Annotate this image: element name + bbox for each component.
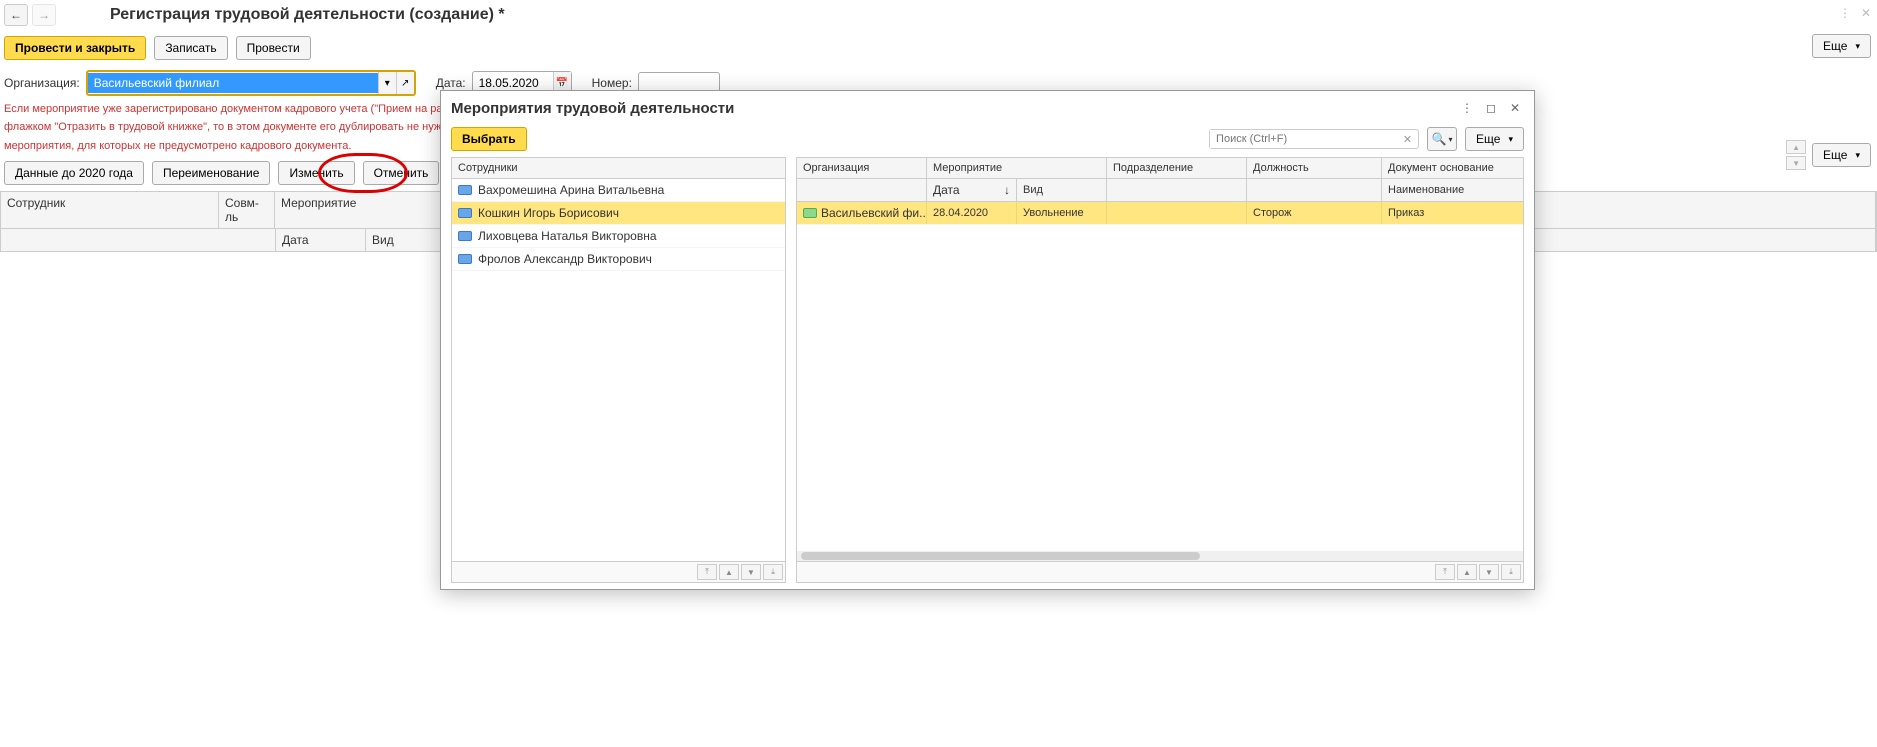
before-2020-button[interactable]: Данные до 2020 года [4, 161, 144, 185]
right-scroll-top-button[interactable]: ⤒ [1435, 564, 1455, 580]
search-clear-icon[interactable]: ✕ [1397, 133, 1418, 146]
dialog-titlebar: Мероприятия трудовой деятельности ⋮ ◻ ✕ [441, 91, 1534, 121]
employees-list: Вахромешина Арина Витальевна Кошкин Игорь… [452, 179, 785, 561]
move-up-button[interactable]: ▲ [1786, 140, 1806, 154]
horizontal-scrollbar[interactable] [797, 551, 1523, 561]
left-scroll-down-button[interactable]: ▼ [741, 564, 761, 580]
right-scroll-bottom-button[interactable]: ⤓ [1501, 564, 1521, 580]
search-input[interactable] [1210, 130, 1397, 148]
employee-row[interactable]: Кошкин Игорь Борисович [452, 202, 785, 225]
cancel-button[interactable]: Отменить [363, 161, 440, 185]
employees-pane: Сотрудники Вахромешина Арина Витальевна К… [451, 157, 786, 583]
select-button[interactable]: Выбрать [451, 127, 527, 151]
post-button[interactable]: Провести [236, 36, 311, 60]
col-org[interactable]: Организация [797, 158, 927, 178]
move-down-button[interactable]: ▼ [1786, 156, 1806, 170]
employee-row[interactable]: Лиховцева Наталья Викторовна [452, 225, 785, 248]
org-open-button[interactable]: ↗ [396, 72, 414, 94]
close-icon[interactable]: ✕ [1861, 6, 1871, 20]
employee-name: Вахромешина Арина Витальевна [478, 183, 664, 197]
events-dialog: Мероприятия трудовой деятельности ⋮ ◻ ✕ … [440, 90, 1535, 590]
events-pane: Организация Мероприятие Подразделение До… [796, 157, 1524, 583]
dialog-maximize-icon[interactable]: ◻ [1482, 99, 1500, 117]
right-scroll-down-button[interactable]: ▼ [1479, 564, 1499, 580]
magnifier-icon: 🔍 [1432, 132, 1447, 146]
org-dropdown-button[interactable]: ▾ [378, 72, 396, 94]
left-scroll-bottom-button[interactable]: ⤓ [763, 564, 783, 580]
employees-header[interactable]: Сотрудники [452, 158, 785, 178]
dialog-title: Мероприятия трудовой деятельности [451, 100, 1452, 117]
nav-back-button[interactable]: ← [4, 4, 28, 26]
search-run-button[interactable]: 🔍▾ [1427, 127, 1457, 151]
org-label: Организация: [4, 76, 80, 90]
right-scroll-up-button[interactable]: ▲ [1457, 564, 1477, 580]
doc-icon [803, 208, 817, 218]
person-icon [458, 208, 472, 218]
search-box: ✕ [1209, 129, 1419, 149]
col-basis[interactable]: Документ основание [1382, 158, 1523, 178]
employee-row[interactable]: Фролов Александр Викторович [452, 248, 785, 271]
col-naming[interactable]: Наименование [1382, 179, 1523, 201]
person-icon [458, 185, 472, 195]
event-row[interactable]: Васильевский фи... 28.04.2020 Увольнение… [797, 202, 1523, 225]
save-button[interactable]: Записать [154, 36, 227, 60]
actions-more-button[interactable]: Еще [1812, 143, 1871, 167]
post-and-close-button[interactable]: Провести и закрыть [4, 36, 146, 60]
bg-th-employee[interactable]: Сотрудник [1, 192, 219, 228]
dialog-toolbar: Выбрать ✕ 🔍▾ Еще [441, 121, 1534, 157]
employee-row[interactable]: Вахромешина Арина Витальевна [452, 179, 785, 202]
dialog-more-button[interactable]: Еще [1465, 127, 1524, 151]
employee-name: Кошкин Игорь Борисович [478, 206, 619, 220]
col-department[interactable]: Подразделение [1107, 158, 1247, 178]
dialog-body: Сотрудники Вахромешина Арина Витальевна К… [441, 157, 1534, 589]
number-label: Номер: [592, 76, 632, 90]
person-icon [458, 254, 472, 264]
rename-button[interactable]: Переименование [152, 161, 271, 185]
nav-forward-button[interactable]: → [32, 4, 56, 26]
bg-th-combine[interactable]: Совм-ль [219, 192, 275, 228]
main-toolbar: Провести и закрыть Записать Провести [0, 30, 1877, 66]
sort-down-icon: ↓ [1004, 183, 1010, 197]
employee-name: Фролов Александр Викторович [478, 252, 652, 266]
dialog-close-icon[interactable]: ✕ [1506, 99, 1524, 117]
page-title: Регистрация трудовой деятельности (созда… [110, 6, 505, 24]
dialog-kebab-icon[interactable]: ⋮ [1458, 99, 1476, 117]
col-position[interactable]: Должность [1247, 158, 1382, 178]
events-list: Васильевский фи... 28.04.2020 Увольнение… [797, 202, 1523, 551]
nav-bar: ← → Регистрация трудовой деятельности (с… [0, 0, 1877, 30]
left-pane-footer: ⤒ ▲ ▼ ⤓ [452, 561, 785, 582]
kebab-icon[interactable]: ⋮ [1839, 6, 1851, 20]
col-event[interactable]: Мероприятие [927, 158, 1107, 178]
org-input[interactable] [88, 73, 378, 93]
col-type[interactable]: Вид [1017, 179, 1107, 201]
col-date[interactable]: Дата↓ [927, 179, 1017, 201]
left-scroll-top-button[interactable]: ⤒ [697, 564, 717, 580]
date-label: Дата: [436, 76, 466, 90]
bg-th-date[interactable]: Дата [276, 229, 366, 251]
left-scroll-up-button[interactable]: ▲ [719, 564, 739, 580]
org-field-wrap: ▾ ↗ [86, 70, 416, 96]
window-controls: ⋮ ✕ [1839, 6, 1871, 20]
right-pane-footer: ⤒ ▲ ▼ ⤓ [797, 561, 1523, 582]
employee-name: Лиховцева Наталья Викторовна [478, 229, 657, 243]
main-more-button[interactable]: Еще [1812, 34, 1871, 58]
edit-button[interactable]: Изменить [278, 161, 354, 185]
person-icon [458, 231, 472, 241]
